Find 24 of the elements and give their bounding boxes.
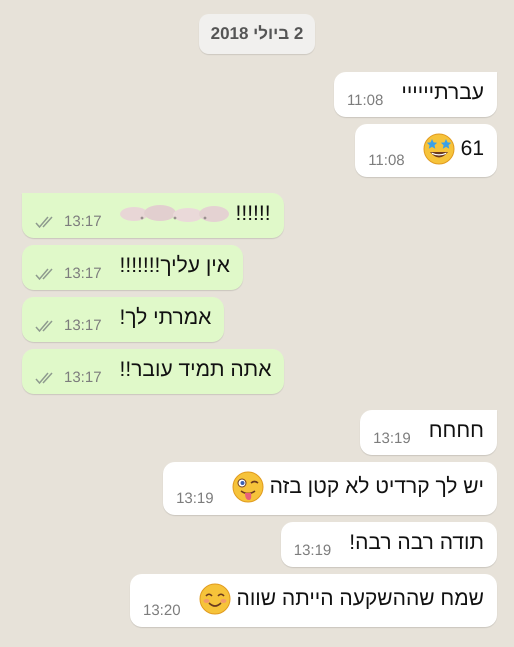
message-text: אתה תמיד עובר!! [120,358,272,382]
message-text: עברתיייייי [401,81,484,105]
message-time: 13:19 [294,542,332,559]
message-time: 13:17 [64,369,102,386]
message-text: !!!!!! [236,202,271,226]
message-text: חחחח [428,419,484,443]
message-time: 13:20 [143,602,181,619]
star-eyes-face-icon [422,133,455,165]
message-text: תודה רבה רבה! [349,531,484,555]
message-time: 13:19 [176,490,214,507]
message-time: 13:17 [64,213,102,230]
message-time: 11:08 [368,152,405,169]
message-text: 61 [460,137,484,161]
message-time: 13:17 [64,317,102,334]
message-time: 11:08 [346,92,384,109]
smiling-face-icon [198,583,231,615]
message-text: שמח שההשקעה הייתה שווה [236,587,484,611]
message-text: אין עליך!!!!!!! [120,254,230,278]
winking-tongue-face-icon [232,471,264,503]
message-time: 13:17 [64,265,102,282]
message-time: 13:19 [373,430,411,447]
date-chip: 2 ביולי 2018 [198,14,316,54]
message-text: אמרתי לך! [120,306,212,330]
message-text: יש לך קרדיט לא קטן בזה [270,475,484,499]
